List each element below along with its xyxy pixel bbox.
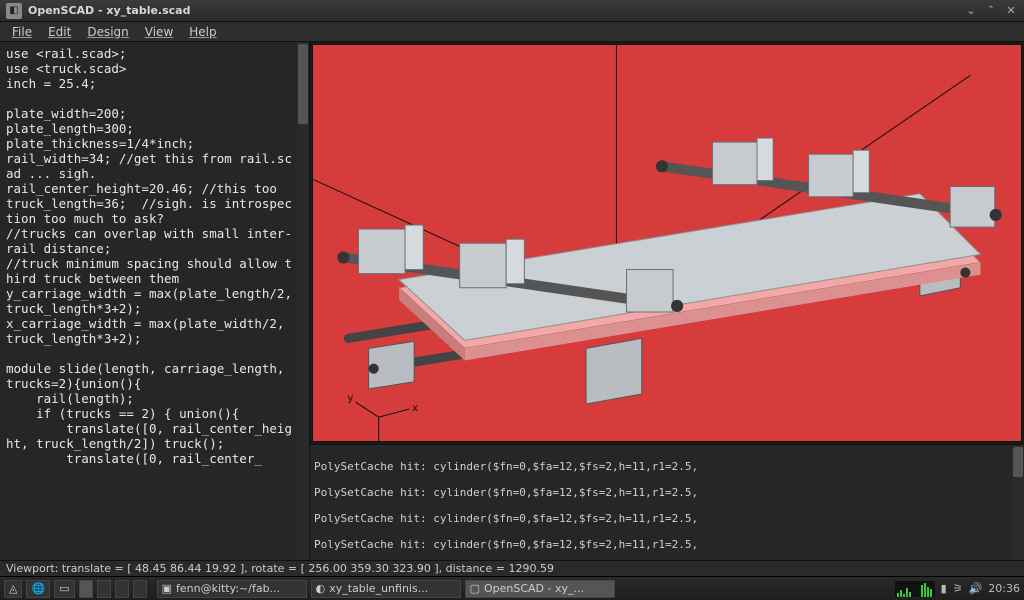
globe-icon[interactable]: 🌐 (26, 580, 50, 598)
show-desktop-icon[interactable]: ▭ (54, 580, 74, 598)
menu-file[interactable]: File (4, 23, 40, 41)
volume-icon[interactable]: 🔊 (969, 582, 983, 595)
console-scrollbar[interactable] (1012, 445, 1024, 560)
window-title: OpenSCAD - xy_table.scad (28, 4, 958, 17)
axis-y-label: y (347, 393, 353, 404)
axis-x-label: x (412, 403, 418, 414)
editor-scrollbar-thumb[interactable] (298, 44, 308, 124)
status-text: Viewport: translate = [ 48.45 86.44 19.9… (6, 562, 554, 575)
workspace-2[interactable] (97, 580, 111, 598)
code-editor[interactable]: use <rail.scad>; use <truck.scad> inch =… (0, 42, 310, 560)
console-line: PolySetCache hit: cylinder($fn=0,$fa=12,… (314, 486, 698, 499)
browser-icon: ◐ (316, 582, 326, 595)
console-scrollbar-thumb[interactable] (1013, 447, 1023, 477)
viewport-3d[interactable]: x y z (312, 44, 1022, 442)
console-line: PolySetCache hit: cylinder($fn=0,$fa=12,… (314, 538, 698, 551)
menu-view[interactable]: View (137, 23, 181, 41)
app-icon: ◧ (6, 3, 22, 19)
code-text[interactable]: use <rail.scad>; use <truck.scad> inch =… (0, 42, 297, 560)
taskbar-item-openscad[interactable]: ▢ OpenSCAD - xy_... (465, 580, 615, 598)
taskbar-item-browser[interactable]: ◐ xy_table_unfinis... (311, 580, 461, 598)
taskbar-item-label: fenn@kitty:~/fab... (176, 582, 280, 595)
workspace-1[interactable] (79, 580, 93, 598)
window-titlebar: ◧ OpenSCAD - xy_table.scad ⌄ ˄ ✕ (0, 0, 1024, 22)
taskbar-item-label: xy_table_unfinis... (329, 582, 428, 595)
menu-edit[interactable]: Edit (40, 23, 79, 41)
workspace: use <rail.scad>; use <truck.scad> inch =… (0, 42, 1024, 560)
system-tray: ▮ ⚞ 🔊 20:36 (895, 581, 1020, 597)
maximize-button[interactable]: ˄ (984, 4, 998, 18)
workspace-4[interactable] (133, 580, 147, 598)
editor-scrollbar[interactable] (297, 42, 309, 560)
taskbar: ◬ 🌐 ▭ ▣ fenn@kitty:~/fab... ◐ xy_table_u… (0, 576, 1024, 600)
console-line: PolySetCache hit: cylinder($fn=0,$fa=12,… (314, 512, 698, 525)
model-render: x y z (313, 45, 1021, 442)
close-button[interactable]: ✕ (1004, 4, 1018, 18)
taskbar-item-terminal[interactable]: ▣ fenn@kitty:~/fab... (157, 580, 307, 598)
wifi-icon[interactable]: ⚞ (953, 582, 963, 595)
start-button[interactable]: ◬ (4, 580, 22, 598)
battery-icon[interactable]: ▮ (941, 582, 947, 595)
console[interactable]: PolySetCache hit: cylinder($fn=0,$fa=12,… (310, 444, 1024, 560)
taskbar-item-label: OpenSCAD - xy_... (484, 582, 584, 595)
minimize-button[interactable]: ⌄ (964, 4, 978, 18)
menu-design[interactable]: Design (79, 23, 136, 41)
console-line: PolySetCache hit: cylinder($fn=0,$fa=12,… (314, 460, 698, 473)
workspace-3[interactable] (115, 580, 129, 598)
openscad-icon: ▢ (470, 582, 480, 595)
clock[interactable]: 20:36 (988, 582, 1020, 595)
menubar: File Edit Design View Help (0, 22, 1024, 42)
cpu-graph-icon[interactable] (895, 581, 935, 597)
axis-z-label: z (376, 440, 381, 442)
statusbar: Viewport: translate = [ 48.45 86.44 19.9… (0, 560, 1024, 576)
terminal-icon: ▣ (162, 582, 172, 595)
menu-help[interactable]: Help (181, 23, 224, 41)
right-pane: x y z PolySetCache hit: cylinder($fn=0,$… (310, 42, 1024, 560)
